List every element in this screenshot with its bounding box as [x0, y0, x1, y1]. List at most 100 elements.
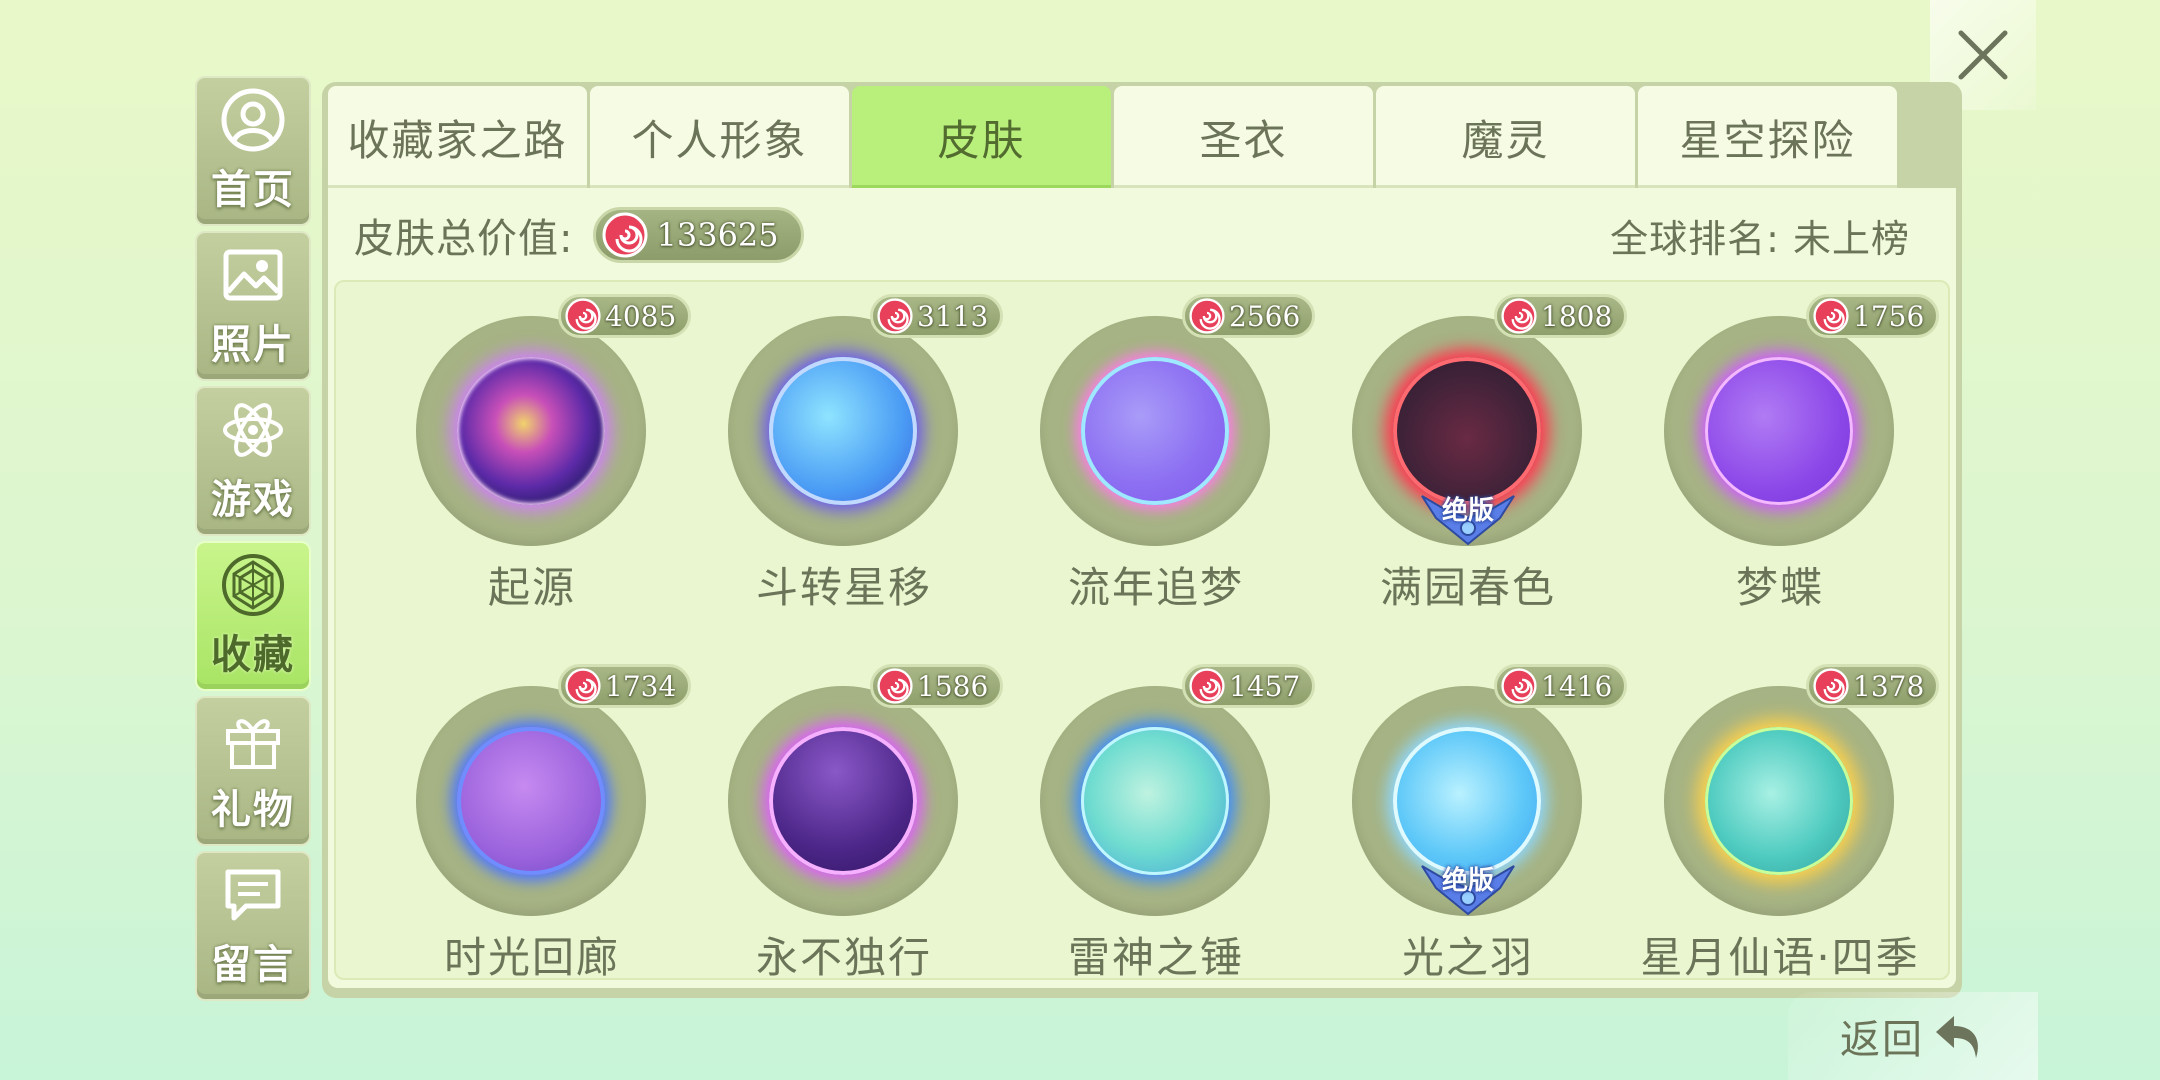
summary-bar: 皮肤总价值: 133625 全球排名: 未上榜 — [334, 194, 1950, 276]
sidebar-item-label: 礼物 — [211, 787, 295, 833]
price-value: 1416 — [1541, 669, 1613, 703]
sidebar-item-label: 游戏 — [211, 477, 295, 523]
skin-orb-image — [1081, 357, 1229, 505]
limited-edition-badge: 绝版 — [1416, 488, 1520, 546]
close-icon — [1958, 30, 2008, 80]
skin-item[interactable]: 1808 绝版 满园春色 — [1312, 292, 1628, 662]
skin-item[interactable]: 1457 雷神之锤 — [1000, 662, 1316, 978]
global-rank: 全球排名: 未上榜 — [1610, 216, 1910, 261]
candy-coin-icon — [565, 668, 601, 704]
skin-name: 满园春色 — [1379, 563, 1556, 612]
price-value: 1586 — [917, 669, 989, 703]
skin-name: 斗转星移 — [755, 563, 932, 612]
price-value: 1734 — [605, 669, 677, 703]
skin-item[interactable]: 1756 梦蝶 — [1624, 292, 1940, 662]
sidebar-item-label: 首页 — [211, 167, 295, 213]
skin-item[interactable]: 3113 斗转星移 — [688, 292, 1004, 662]
skin-item[interactable]: 1416 绝版 光之羽 — [1312, 662, 1628, 978]
skin-orb-image — [1705, 357, 1853, 505]
back-button[interactable]: 返回 — [1788, 992, 2038, 1080]
candy-coin-icon — [877, 298, 913, 334]
candy-coin-icon — [565, 298, 601, 334]
sidebar-item-label: 收藏 — [211, 632, 295, 678]
price-badge: 1756 — [1806, 294, 1940, 338]
gift-icon — [226, 719, 280, 769]
sidebar-item-label: 照片 — [211, 322, 295, 368]
skin-orb-image — [1393, 357, 1541, 505]
candy-coin-icon — [602, 212, 648, 258]
skin-item[interactable]: 4085 起源 — [376, 292, 692, 662]
candy-coin-icon — [1501, 668, 1537, 704]
price-badge: 3113 — [870, 294, 1004, 338]
skin-name: 永不独行 — [755, 933, 932, 980]
skin-name: 星月仙语·四季 — [1640, 933, 1920, 980]
total-value: 133625 — [656, 216, 779, 254]
skin-orb-image — [1393, 727, 1541, 875]
sidebar: 首页 照片 游戏 收藏 礼物 留言 — [195, 76, 311, 1006]
skin-orb-image — [457, 727, 605, 875]
sidebar-item-collection[interactable]: 收藏 — [195, 541, 311, 691]
tab-space-adventure[interactable]: 星空探险 — [1638, 86, 1897, 188]
skin-item[interactable]: 1586 永不独行 — [688, 662, 1004, 978]
skin-orb-image — [769, 727, 917, 875]
tab-spirits[interactable]: 魔灵 — [1376, 86, 1635, 188]
sidebar-item-photos[interactable]: 照片 — [195, 231, 311, 381]
skin-name: 流年追梦 — [1067, 563, 1244, 612]
skin-item[interactable]: 2566 流年追梦 — [1000, 292, 1316, 662]
diamond-icon — [222, 554, 284, 616]
price-badge: 2566 — [1182, 294, 1316, 338]
skin-item[interactable]: 1734 时光回廊 — [376, 662, 692, 978]
sidebar-item-home[interactable]: 首页 — [195, 76, 311, 226]
skin-orb-image — [457, 357, 605, 505]
back-label: 返回 — [1840, 1017, 1924, 1063]
tab-holy-armor[interactable]: 圣衣 — [1114, 86, 1373, 188]
price-value: 3113 — [917, 299, 989, 333]
skin-orb-image — [769, 357, 917, 505]
tab-personal-image[interactable]: 个人形象 — [590, 86, 849, 188]
price-badge: 1734 — [558, 664, 692, 708]
limited-badge-label: 绝版 — [1441, 866, 1494, 896]
price-value: 1808 — [1541, 299, 1613, 333]
candy-coin-icon — [1501, 298, 1537, 334]
price-value: 2566 — [1229, 299, 1301, 333]
skin-name: 光之羽 — [1401, 933, 1534, 980]
price-badge: 1378 — [1806, 664, 1940, 708]
tab-skins[interactable]: 皮肤 — [852, 86, 1111, 188]
user-circle-icon — [221, 88, 285, 152]
price-badge: 1416 — [1494, 664, 1628, 708]
skin-grid: 4085 起源 3113 斗转星移 2566 流年追梦 1808 绝版 满园春色… — [334, 280, 1950, 980]
skin-orb-image — [1705, 727, 1853, 875]
sidebar-item-messages[interactable]: 留言 — [195, 851, 311, 1001]
price-badge: 1808 — [1494, 294, 1628, 338]
message-icon — [225, 869, 281, 921]
skin-name: 时光回廊 — [443, 933, 620, 980]
total-value-badge: 133625 — [593, 207, 804, 263]
price-value: 1756 — [1853, 299, 1925, 333]
limited-badge-label: 绝版 — [1441, 496, 1494, 526]
atom-icon — [223, 403, 283, 457]
candy-coin-icon — [1189, 298, 1225, 334]
sidebar-item-games[interactable]: 游戏 — [195, 386, 311, 536]
main-panel: 收藏家之路 个人形象 皮肤 圣衣 魔灵 星空探险 皮肤总价值: 133625 全… — [322, 82, 1962, 998]
skin-name: 起源 — [487, 563, 576, 612]
skin-item[interactable]: 1378 星月仙语·四季 — [1624, 662, 1940, 978]
tab-bar: 收藏家之路 个人形象 皮肤 圣衣 魔灵 星空探险 — [328, 86, 1956, 188]
sidebar-item-label: 留言 — [211, 942, 295, 988]
candy-coin-icon — [1189, 668, 1225, 704]
price-value: 1457 — [1229, 669, 1301, 703]
candy-coin-icon — [1813, 668, 1849, 704]
price-value: 4085 — [605, 299, 677, 333]
photo-icon — [223, 249, 283, 301]
limited-edition-badge: 绝版 — [1416, 858, 1520, 916]
price-value: 1378 — [1853, 669, 1925, 703]
price-badge: 1586 — [870, 664, 1004, 708]
candy-coin-icon — [877, 668, 913, 704]
sidebar-item-gifts[interactable]: 礼物 — [195, 696, 311, 846]
skin-orb-image — [1081, 727, 1229, 875]
total-value-label: 皮肤总价值: — [354, 216, 574, 262]
candy-coin-icon — [1813, 298, 1849, 334]
price-badge: 1457 — [1182, 664, 1316, 708]
tab-content: 皮肤总价值: 133625 全球排名: 未上榜 4085 起源 3113 斗转星… — [328, 188, 1956, 988]
tab-collector-road[interactable]: 收藏家之路 — [328, 86, 587, 188]
price-badge: 4085 — [558, 294, 692, 338]
